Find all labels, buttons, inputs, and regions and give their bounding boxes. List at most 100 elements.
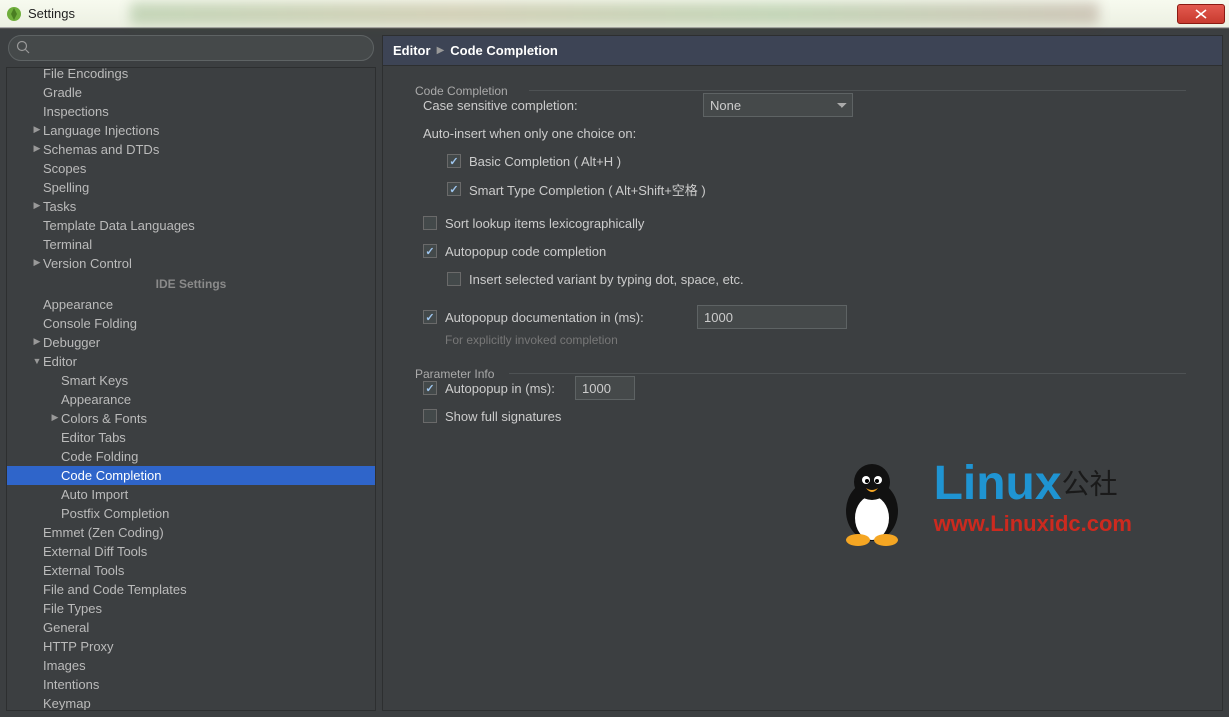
tree-item[interactable]: Schemas and DTDs: [7, 140, 375, 159]
tree-item-label: Code Folding: [61, 449, 138, 464]
tree-item[interactable]: Code Completion: [7, 466, 375, 485]
tree-item-label: Editor Tabs: [61, 430, 126, 445]
autopopup-code-label: Autopopup code completion: [445, 244, 606, 259]
tree-item-label: External Tools: [43, 563, 124, 578]
auto-insert-label: Auto-insert when only one choice on:: [423, 126, 636, 141]
tree-item-label: General: [43, 620, 89, 635]
tree-item[interactable]: Auto Import: [7, 485, 375, 504]
tree-item-label: Colors & Fonts: [61, 411, 147, 426]
tree-item[interactable]: Version Control: [7, 254, 375, 273]
sort-lookup-checkbox[interactable]: [423, 216, 437, 230]
tree-item-label: Images: [43, 658, 86, 673]
chevron-right-icon: ▶: [437, 45, 445, 56]
tree-item[interactable]: Spelling: [7, 178, 375, 197]
chevron-right-icon[interactable]: [31, 336, 43, 347]
watermark: Linux公社 www.Linuxidc.com: [934, 456, 1132, 537]
tree-item[interactable]: File and Code Templates: [7, 580, 375, 599]
close-button[interactable]: [1177, 4, 1225, 24]
tree-item-label: Spelling: [43, 180, 89, 195]
app-icon: [6, 6, 22, 22]
tree-item[interactable]: Console Folding: [7, 314, 375, 333]
tree-item[interactable]: Colors & Fonts: [7, 409, 375, 428]
tree-item[interactable]: Inspections: [7, 102, 375, 121]
param-autopopup-input[interactable]: [575, 376, 635, 400]
autopopup-code-checkbox[interactable]: [423, 244, 437, 258]
search-input[interactable]: [8, 35, 374, 61]
tree-item[interactable]: Debugger: [7, 333, 375, 352]
tree-item-label: Smart Keys: [61, 373, 128, 388]
window-titlebar: Settings: [0, 0, 1229, 28]
breadcrumb-root[interactable]: Editor: [393, 43, 431, 58]
tree-item[interactable]: Code Folding: [7, 447, 375, 466]
tree-item-label: File Types: [43, 601, 102, 616]
smart-type-label: Smart Type Completion ( Alt+Shift+空格 ): [469, 180, 706, 199]
tree-item-label: File Encodings: [43, 67, 128, 81]
case-sensitive-label: Case sensitive completion:: [423, 98, 703, 113]
chevron-down-icon[interactable]: [31, 356, 43, 366]
tree-item-label: File and Code Templates: [43, 582, 187, 597]
tree-item[interactable]: Editor: [7, 352, 375, 371]
tree-item-label: Editor: [43, 354, 77, 369]
tree-item-label: External Diff Tools: [43, 544, 147, 559]
tree-item-label: Postfix Completion: [61, 506, 169, 521]
tree-item-label: Intentions: [43, 677, 99, 692]
tree-item[interactable]: Smart Keys: [7, 371, 375, 390]
tree-item-label: Keymap: [43, 696, 91, 711]
chevron-right-icon[interactable]: [31, 257, 43, 268]
insert-selected-label: Insert selected variant by typing dot, s…: [469, 272, 744, 287]
tree-item[interactable]: Images: [7, 656, 375, 675]
tree-item[interactable]: Tasks: [7, 197, 375, 216]
tree-item[interactable]: Keymap: [7, 694, 375, 711]
autopopup-doc-input[interactable]: [697, 305, 847, 329]
smart-type-checkbox[interactable]: [447, 182, 461, 196]
chevron-right-icon[interactable]: [31, 143, 43, 154]
tree-item-label: Debugger: [43, 335, 100, 350]
param-autopopup-checkbox[interactable]: [423, 381, 437, 395]
chevron-right-icon[interactable]: [49, 412, 61, 423]
tree-item[interactable]: Postfix Completion: [7, 504, 375, 523]
autopopup-doc-label: Autopopup documentation in (ms):: [445, 310, 697, 325]
autopopup-doc-hint: For explicitly invoked completion: [445, 333, 618, 347]
show-full-sig-label: Show full signatures: [445, 409, 561, 424]
tree-item[interactable]: HTTP Proxy: [7, 637, 375, 656]
tree-item-label: Tasks: [43, 199, 76, 214]
tree-item-label: Template Data Languages: [43, 218, 195, 233]
tree-item[interactable]: Appearance: [7, 390, 375, 409]
tree-item[interactable]: External Diff Tools: [7, 542, 375, 561]
tree-item-label: Appearance: [43, 297, 113, 312]
show-full-sig-checkbox[interactable]: [423, 409, 437, 423]
penguin-icon: [832, 456, 912, 549]
autopopup-doc-checkbox[interactable]: [423, 310, 437, 324]
tree-item-label: Emmet (Zen Coding): [43, 525, 164, 540]
tree-item[interactable]: Intentions: [7, 675, 375, 694]
window-title: Settings: [28, 6, 75, 21]
tree-item-label: HTTP Proxy: [43, 639, 114, 654]
tree-item[interactable]: Gradle: [7, 83, 375, 102]
tree-item-label: Language Injections: [43, 123, 159, 138]
tree-item[interactable]: Language Injections: [7, 121, 375, 140]
param-autopopup-label: Autopopup in (ms):: [445, 381, 575, 396]
tree-item[interactable]: File Types: [7, 599, 375, 618]
tree-item-label: Gradle: [43, 85, 82, 100]
case-sensitive-select[interactable]: None: [703, 93, 853, 117]
chevron-right-icon[interactable]: [31, 200, 43, 211]
tree-item[interactable]: Appearance: [7, 295, 375, 314]
tree-item-label: Console Folding: [43, 316, 137, 331]
insert-selected-checkbox[interactable]: [447, 272, 461, 286]
tree-item-label: Version Control: [43, 256, 132, 271]
tree-item[interactable]: Template Data Languages: [7, 216, 375, 235]
tree-item[interactable]: External Tools: [7, 561, 375, 580]
tree-item[interactable]: Emmet (Zen Coding): [7, 523, 375, 542]
settings-tree[interactable]: File Encodings Gradle Inspections Language …: [6, 67, 376, 711]
tree-item-label: Terminal: [43, 237, 92, 252]
tree-item-label: Inspections: [43, 104, 109, 119]
tree-item[interactable]: Editor Tabs: [7, 428, 375, 447]
tree-item[interactable]: General: [7, 618, 375, 637]
tree-item[interactable]: File Encodings: [7, 67, 375, 83]
basic-completion-checkbox[interactable]: [447, 154, 461, 168]
sort-lookup-label: Sort lookup items lexicographically: [445, 216, 644, 231]
tree-item[interactable]: Scopes: [7, 159, 375, 178]
tree-item-label: Schemas and DTDs: [43, 142, 159, 157]
chevron-right-icon[interactable]: [31, 124, 43, 135]
tree-item[interactable]: Terminal: [7, 235, 375, 254]
